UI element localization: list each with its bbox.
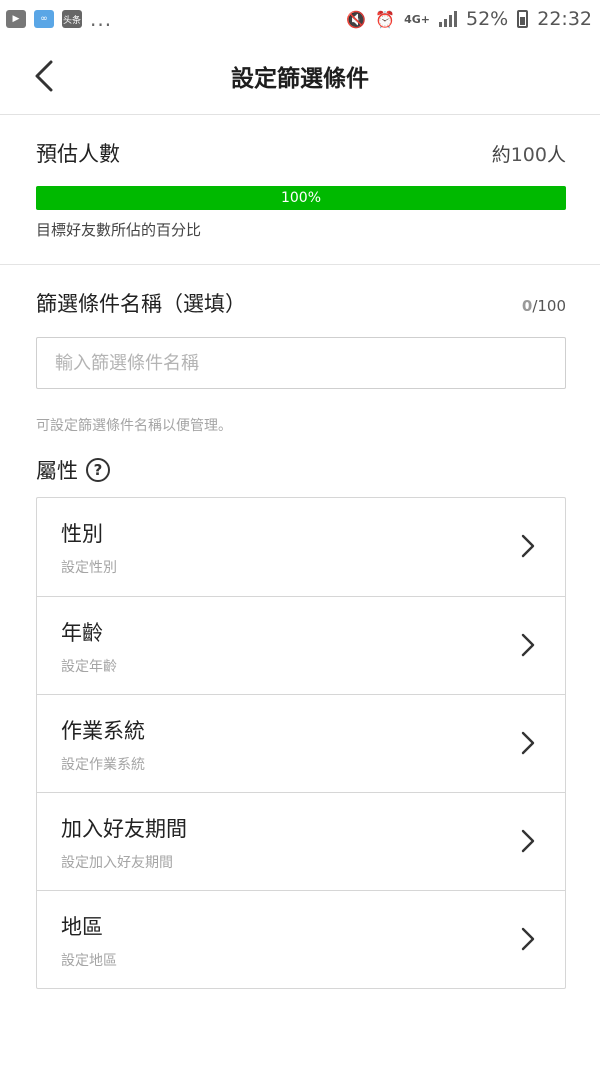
attribute-item-friend-period[interactable]: 加入好友期間 設定加入好友期間: [37, 792, 565, 890]
attribute-item-gender[interactable]: 性別 設定性別: [37, 498, 565, 596]
filter-name-section: 篩選條件名稱（選填） 0/100 可設定篩選條件名稱以便管理。: [36, 288, 566, 435]
chevron-left-icon: [35, 60, 53, 92]
attribute-subtitle: 設定年齡: [61, 659, 117, 675]
char-count-current: 0: [521, 297, 533, 315]
estimate-value-suffix: 人: [546, 144, 566, 166]
attribute-name: 作業系統: [61, 719, 145, 743]
estimate-note: 目標好友數所佔的百分比: [36, 221, 202, 239]
filter-name-hint: 可設定篩選條件名稱以便管理。: [36, 418, 232, 434]
estimate-value: 約100人: [492, 140, 566, 167]
clock: 22:32: [537, 8, 592, 30]
chevron-right-icon: [521, 829, 535, 853]
filter-name-label: 篩選條件名稱（選填）: [36, 292, 246, 316]
status-bar: ▶ ∞ 头条 ... 🔇 ⏰ 4G+ 52% 22:32: [0, 0, 600, 38]
estimate-value-number: 100: [510, 144, 547, 166]
help-icon[interactable]: ?: [86, 458, 110, 482]
estimate-value-prefix: 約: [491, 144, 511, 166]
attribute-name: 年齡: [61, 621, 103, 645]
system-status: 🔇 ⏰ 4G+ 52% 22:32: [346, 8, 592, 30]
chevron-right-icon: [521, 731, 535, 755]
page-title: 設定篩選條件: [231, 66, 369, 92]
back-button[interactable]: [24, 56, 64, 96]
chevron-right-icon: [521, 534, 535, 558]
attributes-header: 屬性 ?: [36, 455, 110, 485]
alarm-icon: ⏰: [375, 9, 396, 29]
estimate-progress-bar: 100%: [36, 186, 566, 210]
notification-icons: ▶ ∞ 头条 ...: [6, 7, 112, 31]
network-type: 4G+: [404, 12, 430, 26]
filter-name-input[interactable]: [36, 337, 566, 389]
attribute-subtitle: 設定加入好友期間: [61, 855, 173, 871]
video-app-icon: ▶: [6, 10, 26, 28]
mute-icon: 🔇: [346, 9, 367, 29]
attribute-name: 地區: [61, 915, 103, 939]
app-header: 設定篩選條件: [0, 38, 600, 115]
attribute-name: 性別: [61, 522, 103, 546]
chevron-right-icon: [521, 927, 535, 951]
char-counter: 0/100: [522, 297, 566, 315]
progress-label: 100%: [280, 190, 322, 206]
more-notifications-icon: ...: [90, 7, 113, 31]
chevron-right-icon: [521, 633, 535, 657]
battery-icon: [517, 10, 529, 28]
attribute-item-region[interactable]: 地區 設定地區: [37, 890, 565, 988]
news-app-icon: 头条: [62, 10, 82, 28]
attribute-subtitle: 設定性別: [61, 560, 117, 576]
signal-icon: [439, 11, 457, 27]
battery-percent: 52%: [466, 8, 509, 30]
attribute-subtitle: 設定作業系統: [61, 757, 145, 773]
estimate-label: 預估人數: [36, 142, 120, 166]
estimate-section: 預估人數 約100人 100% 目標好友數所佔的百分比: [36, 138, 566, 240]
attribute-item-age[interactable]: 年齡 設定年齡: [37, 596, 565, 694]
section-divider: [0, 264, 600, 265]
attributes-label: 屬性: [36, 459, 78, 483]
attribute-item-os[interactable]: 作業系統 設定作業系統: [37, 694, 565, 792]
infinity-app-icon: ∞: [34, 10, 54, 28]
attribute-list: 性別 設定性別 年齡 設定年齡 作業系統 設定作業系統 加入好友期間 設定加入好…: [36, 497, 566, 989]
char-count-max: /100: [532, 297, 566, 315]
attribute-name: 加入好友期間: [61, 817, 187, 841]
attribute-subtitle: 設定地區: [61, 953, 117, 969]
